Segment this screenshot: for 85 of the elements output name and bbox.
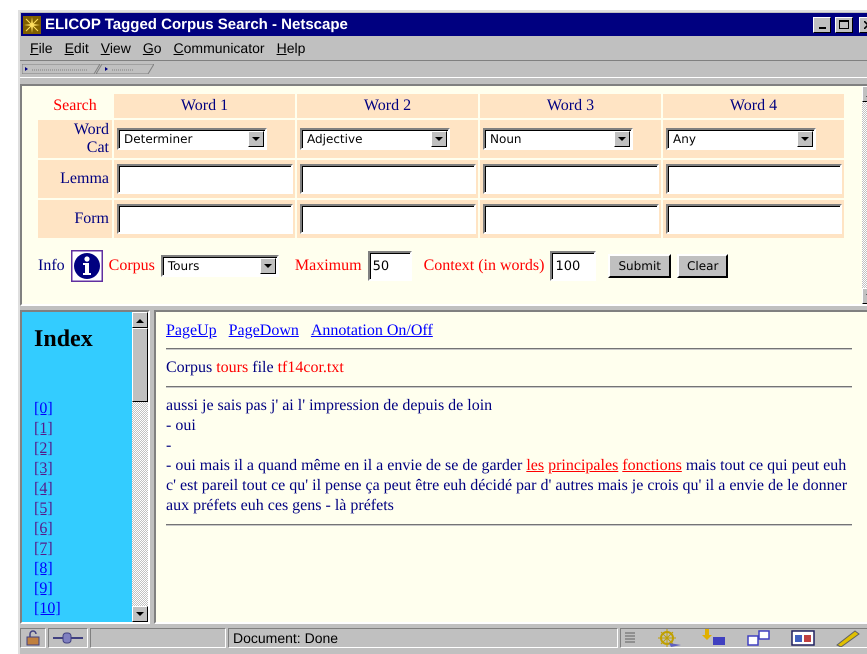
text-field[interactable] — [483, 164, 659, 194]
down-arrow-icon — [264, 264, 272, 268]
index-heading: Index — [34, 326, 94, 353]
maximize-icon — [839, 20, 849, 29]
minimize-icon — [818, 26, 826, 28]
card-icon[interactable] — [791, 629, 815, 647]
down-arrow-icon — [252, 136, 260, 142]
dropdown[interactable]: Tours — [160, 255, 279, 277]
download-icon[interactable] — [701, 629, 727, 647]
search-heading: Search — [52, 97, 98, 115]
info-icon[interactable] — [70, 250, 103, 282]
maximum-field[interactable]: 50 — [368, 251, 412, 281]
compass-icon — [23, 16, 41, 34]
index-link[interactable]: [5] — [34, 499, 53, 519]
scroll-down-button[interactable] — [132, 606, 148, 622]
row-label: Lemma — [60, 170, 109, 188]
info-label: Info — [38, 257, 65, 275]
row-label: Word Cat — [74, 121, 109, 157]
status-text: Document: Done — [233, 630, 338, 646]
text-field[interactable] — [483, 204, 659, 234]
ship-wheel-icon[interactable] — [655, 629, 681, 647]
padlock-icon[interactable] — [25, 630, 41, 646]
maximize-button[interactable] — [835, 16, 853, 32]
text-field[interactable] — [666, 204, 842, 234]
text-field[interactable] — [117, 204, 293, 234]
pen-icon[interactable] — [835, 629, 861, 647]
down-arrow-icon — [801, 136, 809, 142]
index-link[interactable]: [3] — [34, 459, 53, 479]
dropdown[interactable]: Any — [666, 128, 816, 150]
index-link[interactable]: [6] — [34, 519, 53, 539]
menu-item[interactable]: Communicator — [168, 40, 271, 56]
window-title: ELICOP Tagged Corpus Search - Netscape — [45, 16, 349, 33]
corpus-source-text: Corpus tours file tf14cor.txt — [166, 358, 345, 378]
scroll-thumb[interactable] — [132, 328, 148, 402]
index-link[interactable]: [4] — [34, 479, 53, 499]
menu-item[interactable]: View — [94, 40, 137, 56]
dropdown[interactable]: Adjective — [300, 128, 450, 150]
down-arrow-icon — [136, 612, 144, 616]
index-link[interactable]: [7] — [34, 539, 53, 559]
column-heading: Word 1 — [180, 97, 230, 115]
dropdown[interactable]: Determiner — [117, 128, 267, 150]
index-link[interactable]: [0] — [34, 399, 53, 419]
grip-icon — [625, 631, 635, 645]
up-arrow-icon — [136, 318, 144, 322]
row-label: Form — [74, 210, 109, 228]
down-arrow-icon — [618, 136, 626, 142]
plug-icon[interactable] — [53, 632, 83, 644]
column-heading: Word 2 — [362, 97, 412, 115]
form-button[interactable]: Clear — [677, 254, 728, 278]
text-field[interactable] — [300, 204, 476, 234]
context-label: Context (in words) — [424, 257, 544, 275]
word-link[interactable]: principales — [548, 457, 618, 474]
transcript-line: - — [166, 436, 172, 456]
index-link[interactable]: [9] — [34, 579, 53, 599]
scrollbar[interactable] — [132, 312, 148, 622]
text-field[interactable] — [300, 164, 476, 194]
minimize-button[interactable] — [813, 16, 831, 32]
nav-link[interactable]: Annotation On/Off — [310, 322, 433, 340]
column-heading: Word 4 — [728, 97, 778, 115]
corpus-label: Corpus — [108, 257, 155, 275]
transcript-line: - oui mais il a quand même en il a envie de se de garder les principales fonctions mais tout ce qui peut euh c' est pareil tout ce qu' il pense ça peut être euh décidé par d' autres mais je crois qu' il a envie de le donner aux préfets euh ces gens - là préfets — [166, 456, 848, 516]
menu-item[interactable]: Edit — [58, 40, 95, 56]
index-link[interactable]: [2] — [34, 439, 53, 459]
menu-item[interactable]: Go — [136, 40, 168, 56]
transcript-line: aussi je sais pas j' ai l' impression de depuis de loin — [166, 396, 494, 416]
menu-item[interactable]: Help — [270, 40, 312, 56]
word-link[interactable]: les — [526, 457, 544, 474]
nav-link[interactable]: PageUp — [166, 322, 217, 340]
text-field[interactable] — [117, 164, 293, 194]
menu-item[interactable]: File — [24, 40, 59, 56]
index-link[interactable]: [10] — [34, 599, 61, 619]
maximum-label: Maximum — [294, 257, 362, 275]
transcript-line: - oui — [166, 416, 197, 436]
context-field[interactable]: 100 — [550, 251, 596, 281]
word-link[interactable]: fonctions — [622, 457, 682, 474]
down-arrow-icon — [435, 136, 443, 142]
text-field[interactable] — [666, 164, 842, 194]
form-button[interactable]: Submit — [608, 254, 672, 278]
nav-link[interactable]: PageDown — [228, 322, 299, 340]
scroll-up-button[interactable] — [132, 312, 148, 328]
index-link[interactable]: [8] — [34, 559, 53, 579]
dropdown[interactable]: Noun — [483, 128, 633, 150]
index-link[interactable]: [1] — [34, 419, 53, 439]
chat-icon[interactable] — [747, 629, 771, 647]
column-heading: Word 3 — [546, 97, 596, 115]
